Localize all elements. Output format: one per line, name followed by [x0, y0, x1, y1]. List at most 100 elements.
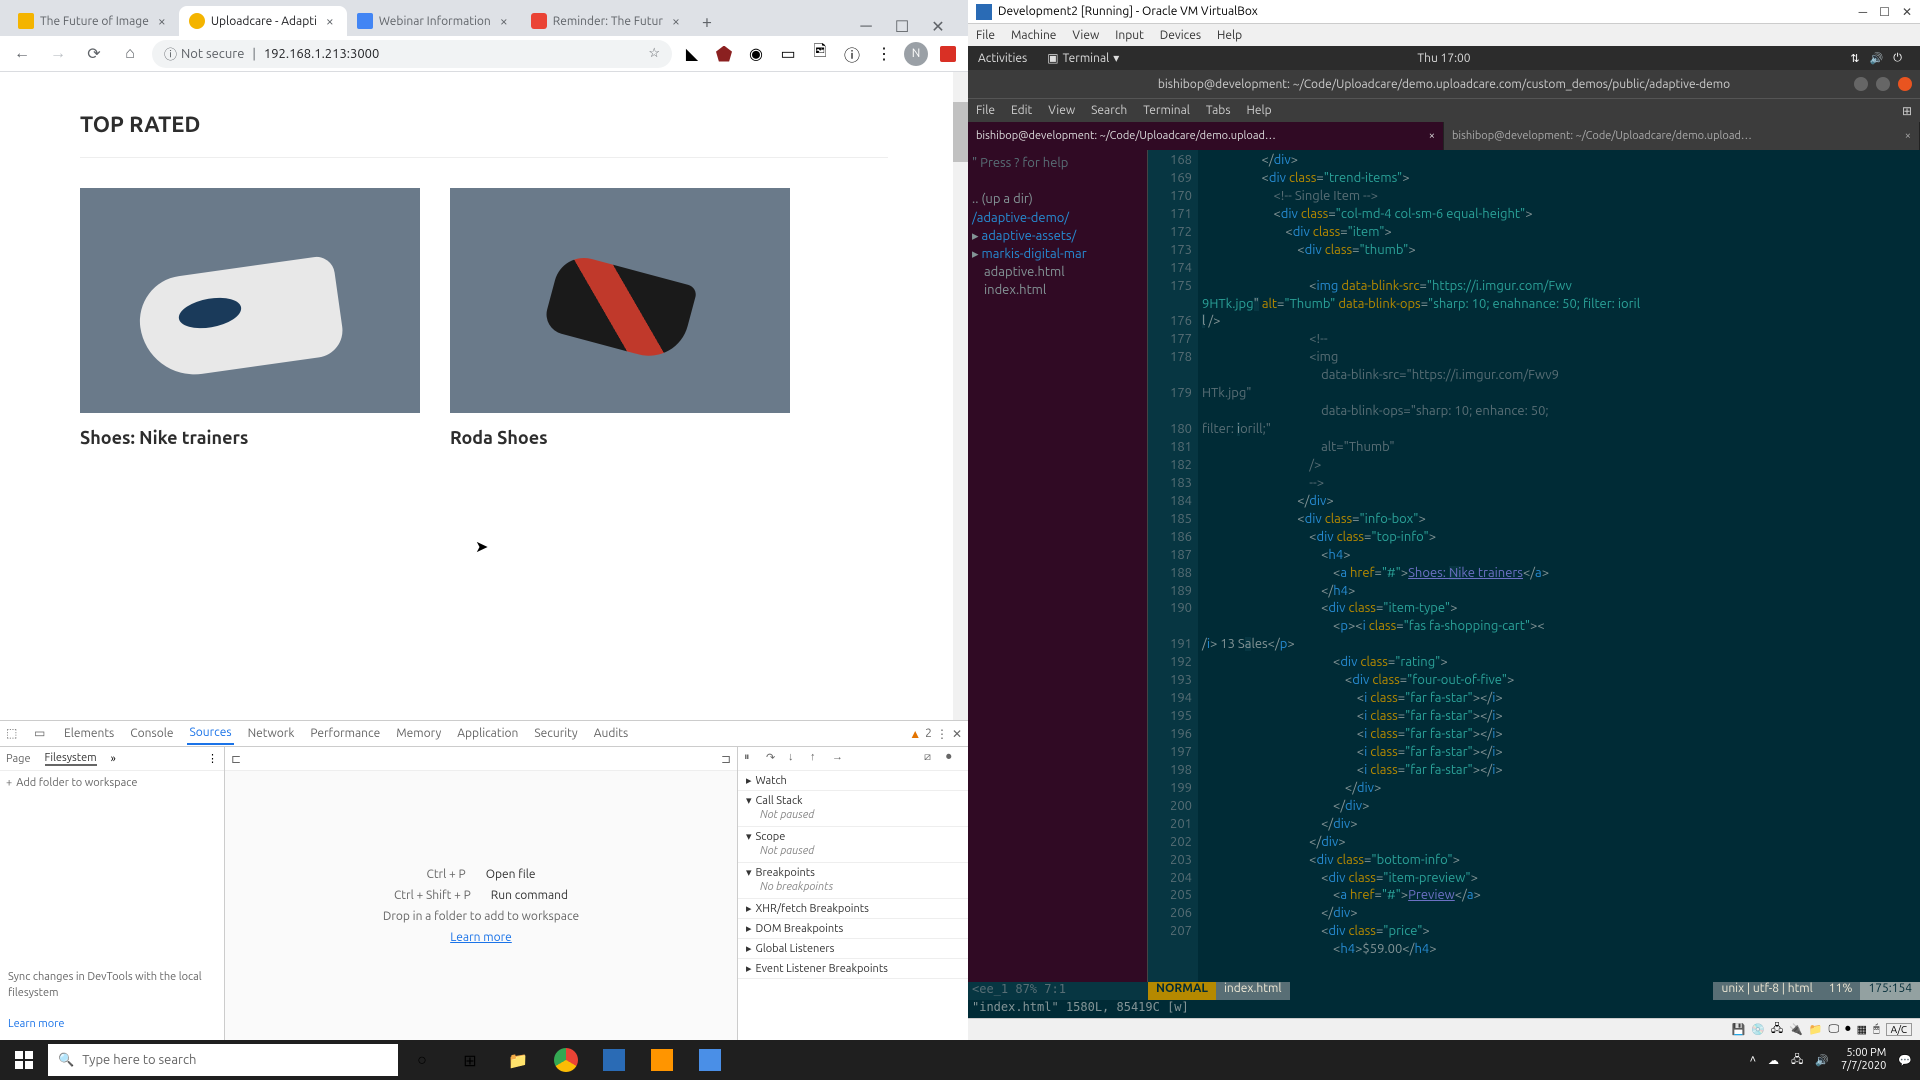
tree-file[interactable]: index.html [972, 281, 1143, 299]
close-icon[interactable] [1898, 77, 1912, 91]
watch-section[interactable]: ▸ Watch [746, 774, 960, 787]
step-icon[interactable]: → [832, 751, 848, 767]
close-icon[interactable]: ✕ [1902, 5, 1912, 19]
shared-folder-icon[interactable]: 📁 [1809, 1023, 1823, 1036]
sidebar-toggle-icon[interactable]: ⊏ [231, 752, 241, 766]
pause-icon[interactable]: ⏸ [744, 751, 760, 767]
system-clock[interactable]: 5:00 PM 7/7/2020 [1841, 1047, 1886, 1073]
notifications-icon[interactable]: 💬 [1898, 1054, 1912, 1067]
dt-tab-console[interactable]: Console [128, 723, 175, 744]
subtab-page[interactable]: Page [6, 753, 31, 765]
menu-help[interactable]: Help [1217, 29, 1242, 42]
menu-icon[interactable]: ⋮ [872, 42, 896, 66]
reload-button[interactable]: ⟳ [80, 40, 108, 68]
forward-button[interactable]: → [44, 40, 72, 68]
global-listeners-section[interactable]: ▸ Global Listeners [746, 942, 960, 955]
breakpoints-section[interactable]: ▾ Breakpoints [746, 866, 960, 879]
extension-icon[interactable]: ◉ [744, 42, 768, 66]
hdd-icon[interactable]: 💾 [1731, 1023, 1745, 1036]
step-over-icon[interactable]: ↷ [766, 751, 782, 767]
onedrive-icon[interactable]: ☁ [1768, 1054, 1779, 1067]
pause-exceptions-icon[interactable]: ⏺ [946, 751, 962, 767]
terminal-tab[interactable]: bishibop@development: ~/Code/Uploadcare/… [968, 122, 1444, 150]
subtab-filesystem[interactable]: Filesystem [45, 752, 97, 766]
display-icon[interactable]: 🖵 [1829, 1023, 1840, 1036]
event-bp-section[interactable]: ▸ Event Listener Breakpoints [746, 962, 960, 975]
omnibox[interactable]: ⓘ Not secure | 192.168.1.213:3000 ☆ [152, 40, 672, 68]
learn-more-link[interactable]: Learn more [450, 931, 512, 944]
info-icon[interactable]: ⓘ [840, 42, 864, 66]
minimize-icon[interactable] [1854, 77, 1868, 91]
app-menu[interactable]: ▣ Terminal ▾ [1047, 51, 1119, 65]
warning-icon[interactable]: ▲ [909, 727, 921, 741]
menu-icon[interactable]: ⋮ [936, 727, 948, 741]
taskview-icon[interactable]: ⊞ [446, 1040, 494, 1080]
star-icon[interactable]: ☆ [648, 46, 660, 61]
callstack-section[interactable]: ▾ Call Stack [746, 794, 960, 807]
vbox-titlebar[interactable]: Development2 [Running] - Oracle VM Virtu… [968, 0, 1920, 24]
app-icon[interactable] [638, 1040, 686, 1080]
extension-icon[interactable] [936, 42, 960, 66]
xhr-bp-section[interactable]: ▸ XHR/fetch Breakpoints [746, 902, 960, 915]
minimize-icon[interactable]: ─ [852, 16, 880, 36]
extension-icon[interactable]: ▭ [776, 42, 800, 66]
close-icon[interactable]: ✕ [952, 727, 962, 741]
menu-icon[interactable]: ⋮ [207, 752, 218, 765]
explorer-icon[interactable]: 📁 [494, 1040, 542, 1080]
back-button[interactable]: ← [8, 40, 36, 68]
close-icon[interactable]: × [1429, 130, 1435, 142]
volume-icon[interactable]: 🔊 [1815, 1054, 1829, 1067]
dt-tab-sources[interactable]: Sources [187, 722, 233, 745]
dt-tab-application[interactable]: Application [455, 723, 520, 744]
browser-tab-0[interactable]: The Future of Image× [8, 6, 179, 36]
menu-help[interactable]: Help [1247, 104, 1272, 117]
cpu-icon[interactable]: ▦ [1857, 1023, 1867, 1036]
volume-icon[interactable]: 🔊 [1870, 52, 1884, 65]
tree-up-dir[interactable]: .. (up a dir) [972, 190, 1143, 208]
step-into-icon[interactable]: ↓ [788, 751, 804, 767]
menu-machine[interactable]: Machine [1011, 29, 1056, 42]
dt-tab-elements[interactable]: Elements [62, 723, 116, 744]
step-out-icon[interactable]: ↑ [810, 751, 826, 767]
new-tab-button[interactable]: + [693, 8, 721, 36]
inspect-icon[interactable]: ⬚ [6, 726, 22, 742]
translate-icon[interactable]: 🖻 [808, 42, 832, 66]
product-card[interactable]: Shoes: Nike trainers [80, 188, 420, 448]
maximize-icon[interactable]: ☐ [888, 16, 916, 36]
dt-tab-performance[interactable]: Performance [308, 723, 382, 744]
code-area[interactable]: </div> <div class="trend-items"> <!-- Si… [1198, 150, 1920, 982]
menu-view[interactable]: View [1072, 29, 1099, 42]
extension-icon[interactable]: ◣ [680, 42, 704, 66]
usb-icon[interactable]: 🔌 [1789, 1023, 1803, 1036]
start-button[interactable] [0, 1040, 48, 1080]
menu-devices[interactable]: Devices [1160, 29, 1201, 42]
menu-view[interactable]: View [1048, 104, 1075, 117]
optical-icon[interactable]: 💿 [1751, 1023, 1765, 1036]
dt-tab-security[interactable]: Security [532, 723, 579, 744]
vim-editor[interactable]: " Press ? for help .. (up a dir) /adapti… [968, 150, 1920, 982]
clock[interactable]: Thu 17:00 [1417, 52, 1470, 65]
tree-dir[interactable]: adaptive-assets/ [982, 229, 1077, 243]
cortana-icon[interactable]: ○ [398, 1040, 446, 1080]
browser-tab-2[interactable]: Webinar Information× [347, 6, 521, 36]
browser-tab-3[interactable]: Reminder: The Futur× [521, 6, 693, 36]
minimize-icon[interactable]: ─ [1859, 5, 1868, 19]
close-icon[interactable]: ✕ [924, 16, 952, 36]
activities-button[interactable]: Activities [978, 52, 1027, 65]
home-button[interactable]: ⌂ [116, 40, 144, 68]
close-icon[interactable]: × [1905, 130, 1911, 142]
vim-commandline[interactable]: "index.html" 1580L, 85419C [w] [968, 1000, 1920, 1018]
close-icon[interactable]: × [155, 14, 169, 28]
add-folder-button[interactable]: +Add folder to workspace [0, 771, 224, 795]
network-icon[interactable]: 🖧 [1771, 1020, 1783, 1039]
maximize-icon[interactable] [1876, 77, 1890, 91]
menu-input[interactable]: Input [1115, 29, 1144, 42]
close-icon[interactable]: × [323, 14, 337, 28]
terminal-tab[interactable]: bishibop@development: ~/Code/Uploadcare/… [1444, 122, 1920, 150]
host-key[interactable]: A/C [1886, 1023, 1912, 1036]
network-icon[interactable]: ⇅ [1850, 52, 1859, 65]
search-input[interactable]: 🔍 Type here to search [48, 1044, 398, 1076]
app-icon[interactable] [686, 1040, 734, 1080]
network-icon[interactable]: 🖧 [1791, 1051, 1803, 1070]
product-card[interactable]: Roda Shoes [450, 188, 790, 448]
